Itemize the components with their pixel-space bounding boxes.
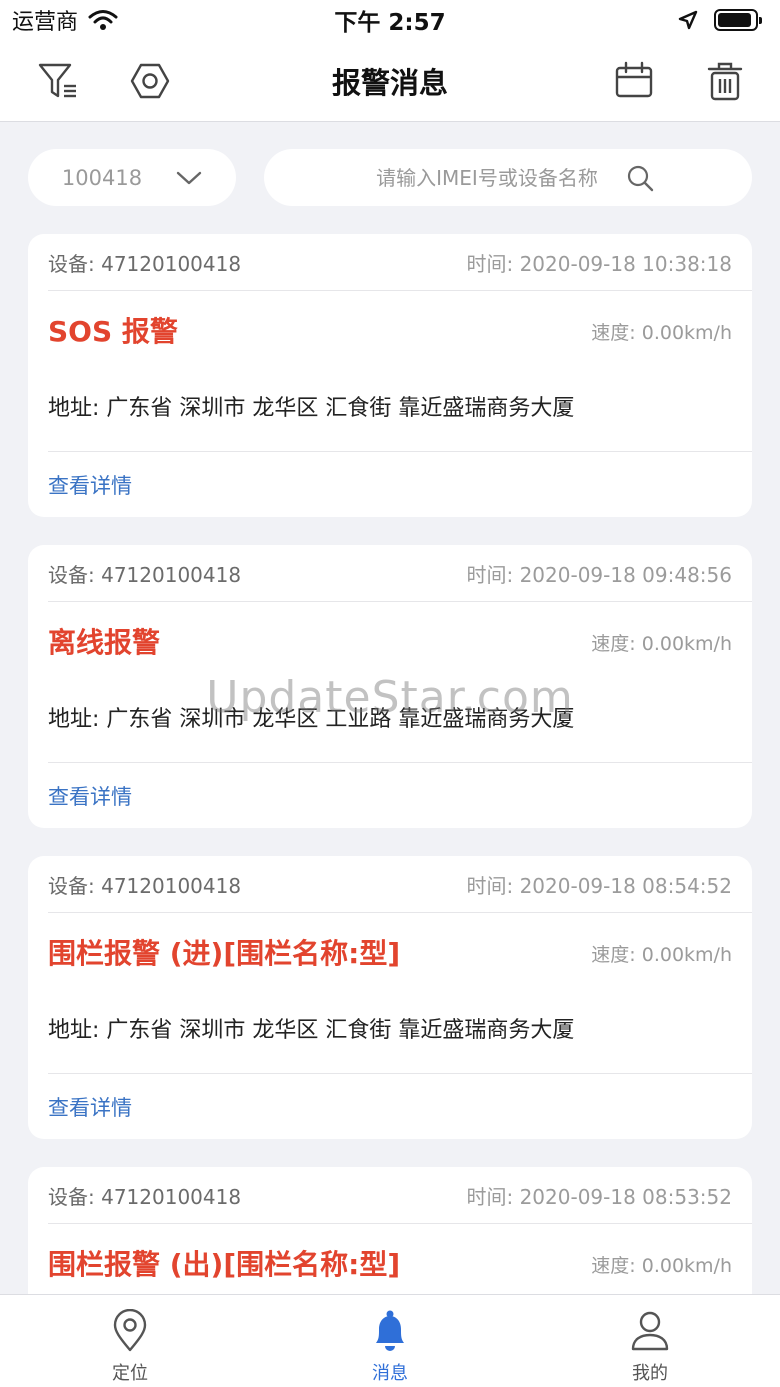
status-bar-left: 运营商 bbox=[12, 4, 118, 36]
wifi-icon bbox=[88, 10, 118, 30]
alarm-time: 时间: 2020-09-18 10:38:18 bbox=[466, 251, 732, 276]
device-label: 设备: 47120100418 bbox=[48, 251, 242, 276]
battery-level bbox=[718, 13, 752, 27]
tab-location[interactable]: 定位 bbox=[0, 1295, 260, 1387]
battery-icon bbox=[714, 9, 762, 31]
card-header: 设备: 47120100418 时间: 2020-09-18 08:53:52 bbox=[48, 1167, 752, 1224]
tab-bar: 定位 消息 我的 bbox=[0, 1294, 780, 1387]
speed-label: 速度: 0.00km/h bbox=[591, 633, 732, 655]
alarm-card: 设备: 47120100418 时间: 2020-09-18 09:48:56 … bbox=[28, 545, 752, 828]
speed-label: 速度: 0.00km/h bbox=[591, 322, 732, 344]
alarm-type: 围栏报警 (进)[围栏名称:型] bbox=[48, 937, 401, 970]
address-label: 地址: 广东省 深圳市 龙华区 汇食街 靠近盛瑞商务大厦 bbox=[48, 1018, 575, 1043]
device-label: 设备: 47120100418 bbox=[48, 1184, 242, 1209]
search-box bbox=[264, 149, 752, 206]
card-header: 设备: 47120100418 时间: 2020-09-18 09:48:56 bbox=[48, 545, 752, 602]
card-header: 设备: 47120100418 时间: 2020-09-18 08:54:52 bbox=[48, 856, 752, 913]
tab-label: 我的 bbox=[632, 1363, 668, 1384]
calendar-icon[interactable] bbox=[612, 59, 656, 103]
card-header: 设备: 47120100418 时间: 2020-09-18 10:38:18 bbox=[48, 234, 752, 291]
filter-row: 100418 bbox=[28, 149, 752, 206]
search-icon[interactable] bbox=[626, 164, 654, 192]
alarm-time: 时间: 2020-09-18 08:54:52 bbox=[466, 873, 732, 898]
device-select[interactable]: 100418 bbox=[28, 149, 236, 206]
card-footer: 查看详情 bbox=[48, 762, 752, 828]
location-pin-icon bbox=[113, 1309, 147, 1352]
status-bar: 运营商 下午 2:57 bbox=[0, 0, 780, 40]
tab-label: 定位 bbox=[112, 1363, 148, 1384]
view-details-link[interactable]: 查看详情 bbox=[48, 470, 132, 500]
tab-profile[interactable]: 我的 bbox=[520, 1295, 780, 1387]
user-icon bbox=[631, 1311, 669, 1351]
view-details-link[interactable]: 查看详情 bbox=[48, 1092, 132, 1122]
alarm-card: 设备: 47120100418 时间: 2020-09-18 10:38:18 … bbox=[28, 234, 752, 517]
nav-bar: 报警消息 bbox=[0, 40, 780, 122]
alarm-time: 时间: 2020-09-18 09:48:56 bbox=[466, 562, 732, 587]
alarm-type: 离线报警 bbox=[48, 626, 161, 659]
carrier-label: 运营商 bbox=[12, 10, 79, 35]
card-footer: 查看详情 bbox=[48, 1073, 752, 1139]
speed-label: 速度: 0.00km/h bbox=[591, 1255, 732, 1277]
bell-icon bbox=[376, 1310, 404, 1351]
location-arrow-icon bbox=[678, 10, 698, 30]
alarm-type: 围栏报警 (出)[围栏名称:型] bbox=[48, 1248, 401, 1281]
page-title: 报警消息 bbox=[331, 66, 448, 100]
alarm-card: 设备: 47120100418 时间: 2020-09-18 08:54:52 … bbox=[28, 856, 752, 1139]
tab-label: 消息 bbox=[372, 1363, 408, 1384]
alarm-time: 时间: 2020-09-18 08:53:52 bbox=[466, 1184, 732, 1209]
trash-icon[interactable] bbox=[703, 59, 747, 103]
device-label: 设备: 47120100418 bbox=[48, 873, 242, 898]
status-bar-right bbox=[678, 9, 762, 31]
tab-messages[interactable]: 消息 bbox=[260, 1295, 520, 1387]
speed-label: 速度: 0.00km/h bbox=[591, 944, 732, 966]
address-label: 地址: 广东省 深圳市 龙华区 汇食街 靠近盛瑞商务大厦 bbox=[48, 396, 575, 421]
alarm-type: SOS 报警 bbox=[48, 315, 178, 348]
search-input[interactable] bbox=[362, 165, 612, 190]
chevron-down-icon bbox=[176, 171, 202, 184]
view-details-link[interactable]: 查看详情 bbox=[48, 781, 132, 811]
device-label: 设备: 47120100418 bbox=[48, 562, 242, 587]
card-footer: 查看详情 bbox=[48, 451, 752, 517]
device-select-value: 100418 bbox=[61, 165, 143, 190]
address-label: 地址: 广东省 深圳市 龙华区 工业路 靠近盛瑞商务大厦 bbox=[48, 707, 575, 732]
